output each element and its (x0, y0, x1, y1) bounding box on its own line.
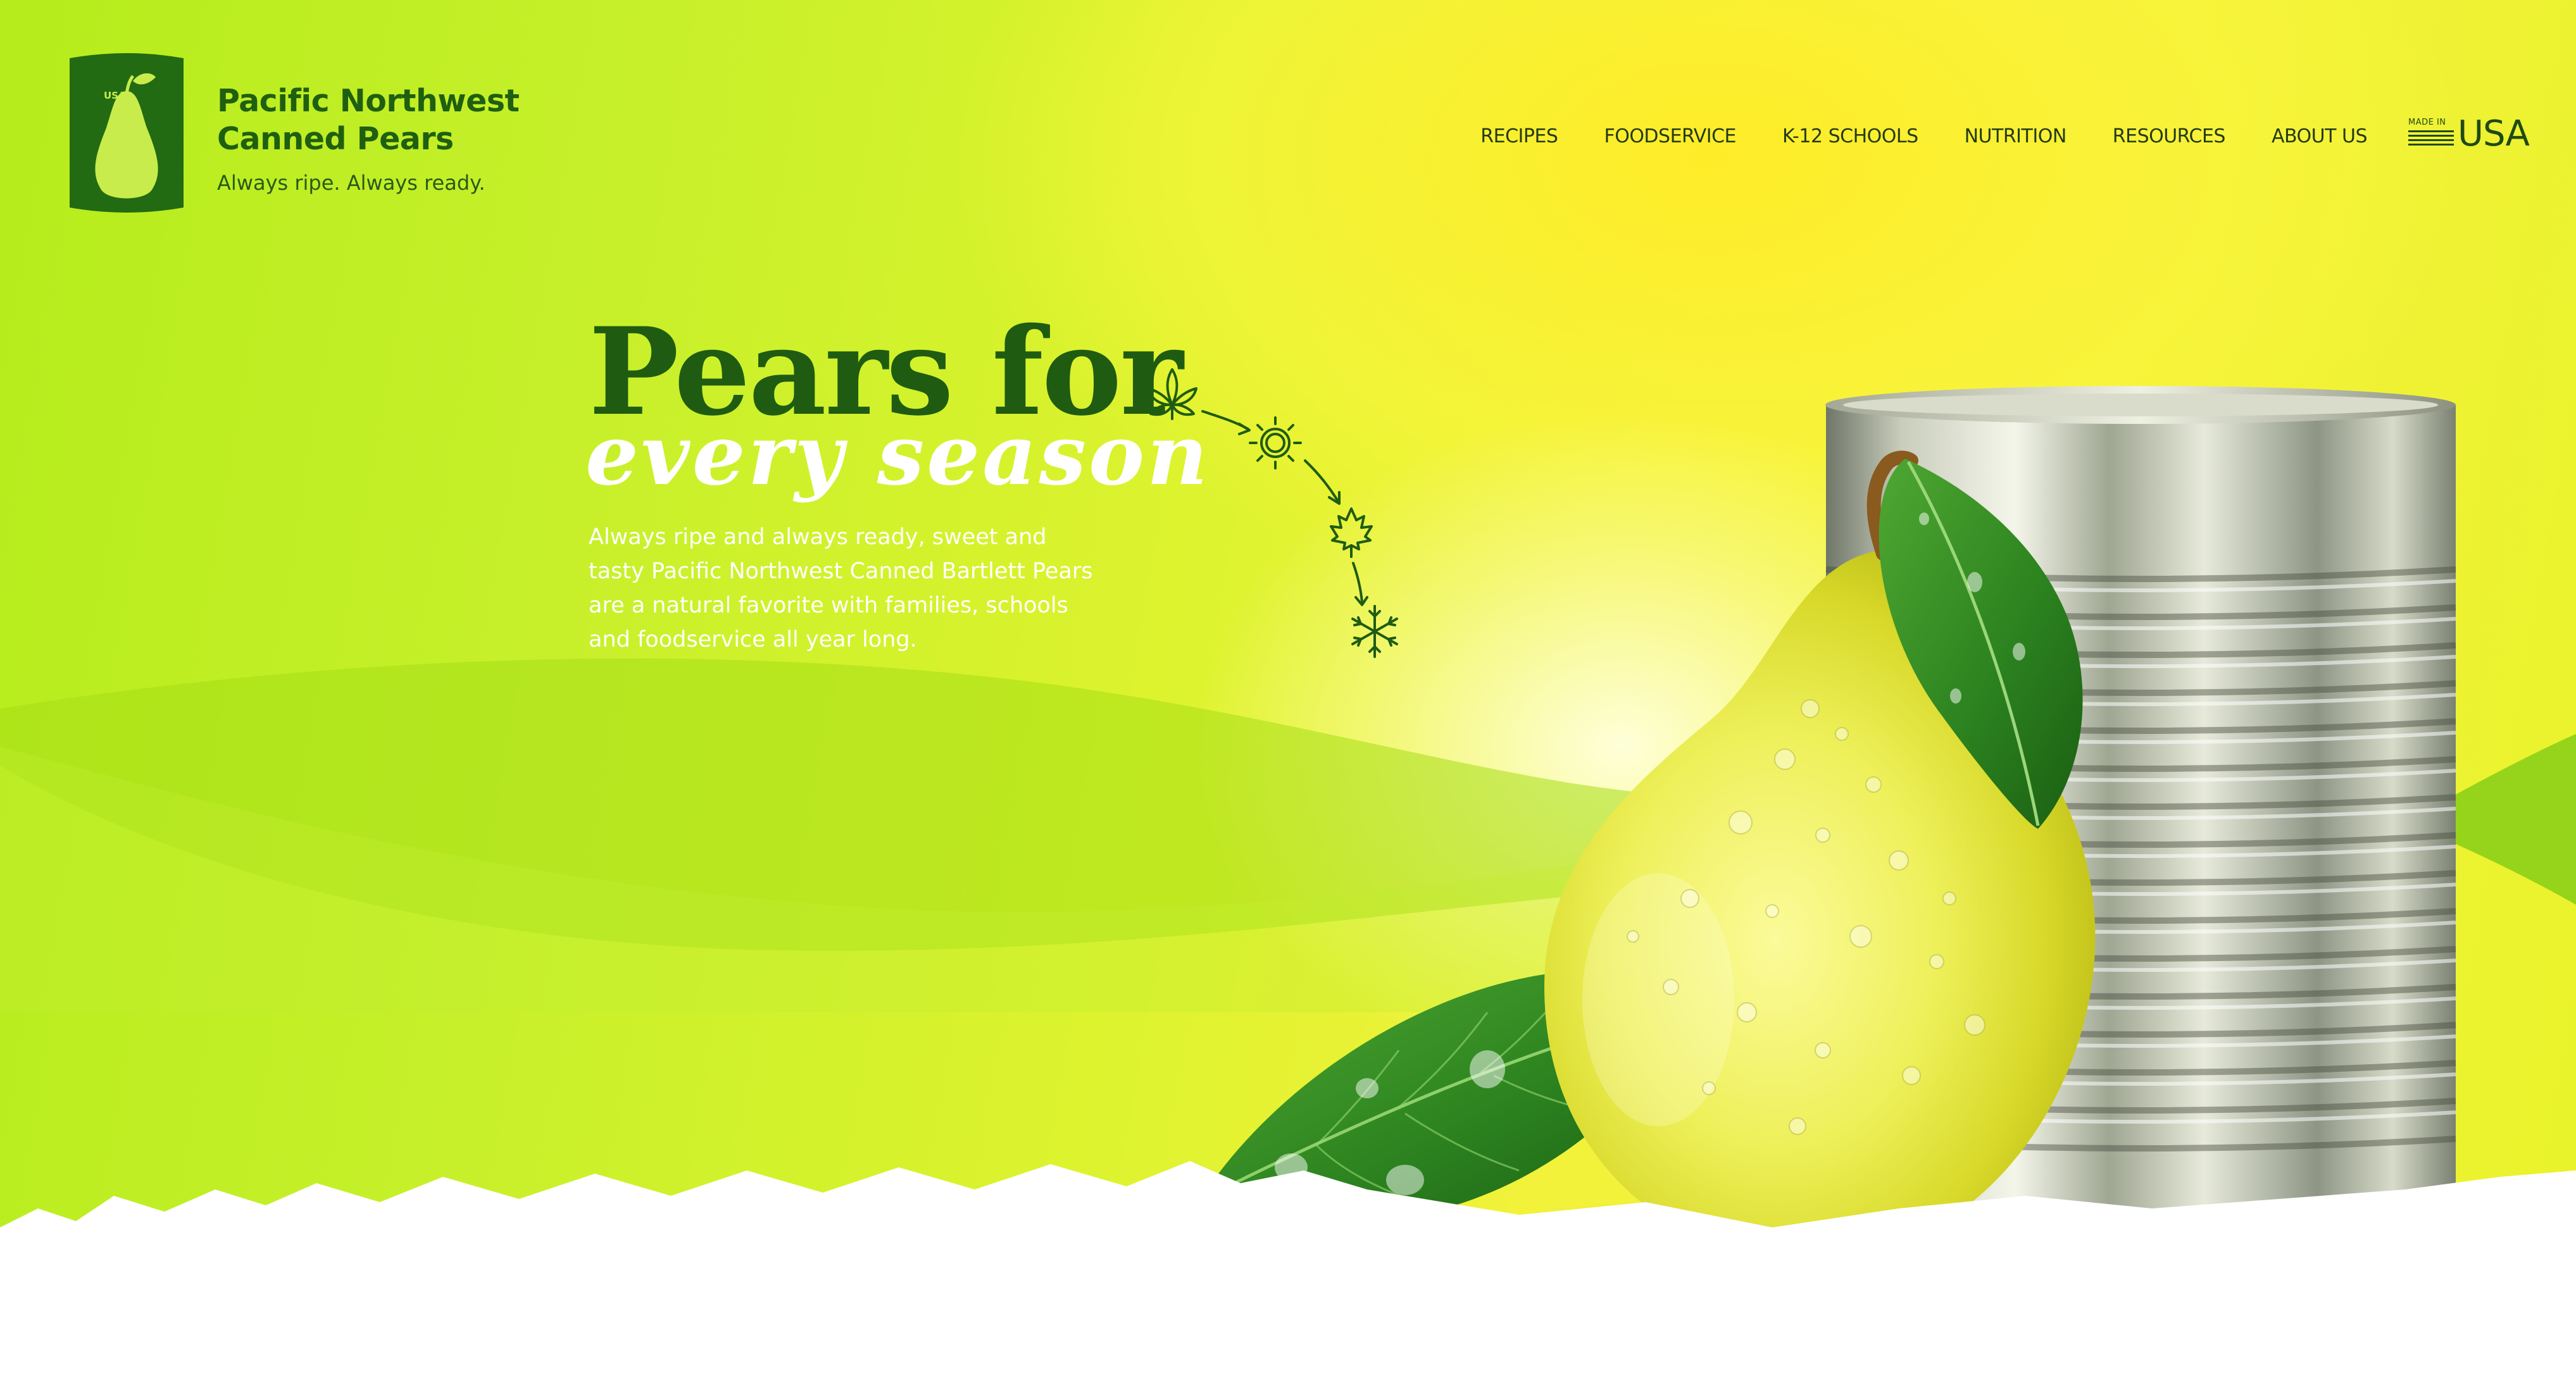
flag-stripes-icon (2408, 130, 2454, 147)
pear-can-icon: USA (70, 53, 184, 213)
brand-tagline: Always ripe. Always ready. (217, 171, 485, 195)
can-badge-text: USA (104, 90, 126, 101)
nav-item-nutrition[interactable]: NUTRITION (1965, 125, 2067, 147)
nav-item-k12-schools[interactable]: K-12 SCHOOLS (1782, 125, 1918, 147)
hero-stage: USA Pacific Northwest Canned Pears Alway… (0, 0, 2576, 1397)
brand-name: Pacific Northwest Canned Pears (217, 82, 546, 158)
nav-item-foodservice[interactable]: FOODSERVICE (1604, 125, 1736, 147)
brand-name-line1: Pacific Northwest (217, 83, 520, 119)
brand-name-line2: Canned Pears (217, 121, 454, 157)
nav-item-about-us[interactable]: ABOUT US (2272, 125, 2368, 147)
hero-subtitle: every season (585, 406, 1211, 504)
brush-stroke-divider (0, 1161, 2576, 1397)
made-in-usa-badge: MADE IN USA (2408, 115, 2532, 153)
brand-logo[interactable]: USA Pacific Northwest Canned Pears Alway… (63, 52, 520, 216)
nav-item-resources[interactable]: RESOURCES (2113, 125, 2226, 147)
nav-item-recipes[interactable]: RECIPES (1480, 125, 1558, 147)
hero-description: Always ripe and always ready, sweet and … (589, 525, 1093, 652)
main-nav: RECIPES FOODSERVICE K-12 SCHOOLS NUTRITI… (1480, 123, 2367, 149)
leaf-icon (1147, 368, 1197, 420)
made-in-country: USA (2458, 113, 2530, 154)
made-in-label: MADE IN (2408, 118, 2446, 127)
